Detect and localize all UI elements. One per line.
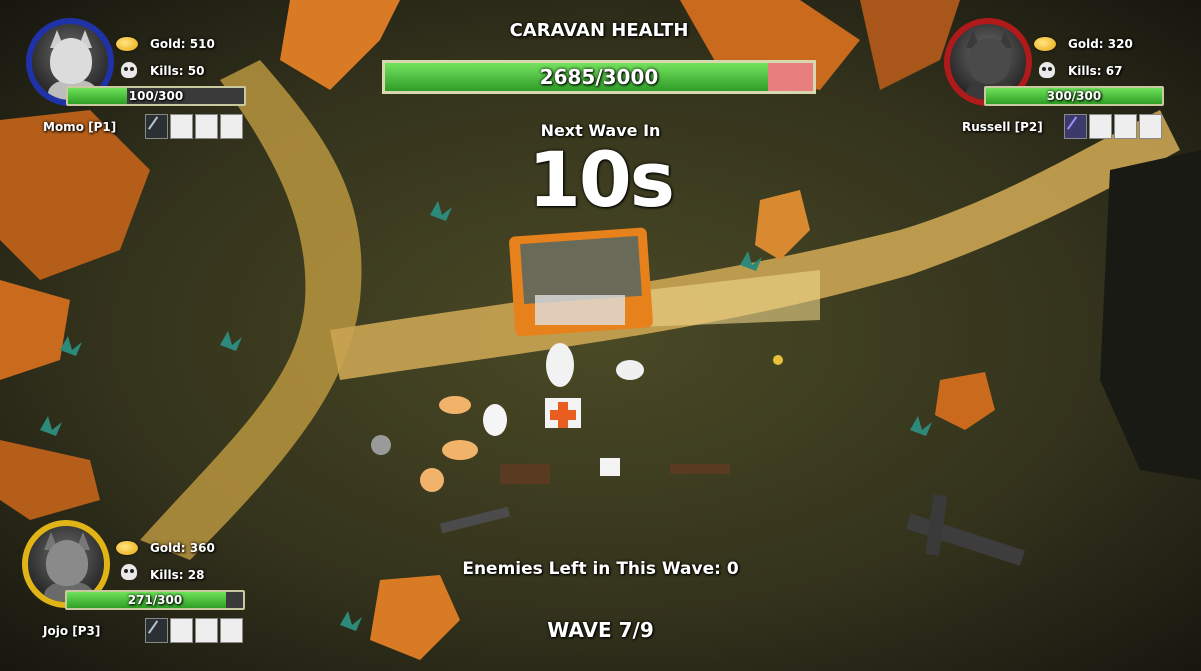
player-panel-p3: Gold: 360 Kills: 28 271/300 Jojo [P3] — [22, 520, 262, 645]
wave-countdown: 10s — [528, 135, 675, 224]
empty-slot — [220, 618, 243, 643]
kills-count: Kills: 67 — [1068, 64, 1123, 78]
gold-count: Gold: 360 — [150, 541, 215, 555]
player-name: Jojo [P3] — [43, 624, 101, 638]
weapon-slots — [1064, 114, 1162, 139]
player-health-value: 100/300 — [128, 89, 184, 103]
empty-slot — [195, 618, 218, 643]
empty-slot — [1089, 114, 1112, 139]
player-health-bar: 271/300 — [65, 590, 245, 610]
empty-slot — [195, 114, 218, 139]
caravan-health-title: CARAVAN HEALTH — [509, 20, 689, 41]
gold-coin-icon — [1034, 37, 1056, 51]
player-name: Russell [P2] — [962, 120, 1043, 134]
player-panel-p1: Gold: 510 Kills: 50 100/300 Momo [P1] — [26, 18, 266, 143]
kills-count: Kills: 28 — [150, 568, 205, 582]
empty-slot — [1139, 114, 1162, 139]
skull-icon — [1039, 62, 1055, 78]
player-health-value: 300/300 — [1046, 89, 1102, 103]
kills-count: Kills: 50 — [150, 64, 205, 78]
sword-icon — [1064, 114, 1087, 139]
player-name: Momo [P1] — [43, 120, 117, 134]
weapon-slots — [145, 618, 243, 643]
skull-icon — [121, 564, 137, 580]
empty-slot — [1114, 114, 1137, 139]
player-health-value: 271/300 — [127, 593, 183, 607]
player-panel-p2: Gold: 320 Kills: 67 300/300 Russell [P2] — [944, 18, 1184, 143]
empty-slot — [170, 114, 193, 139]
player-health-bar: 300/300 — [984, 86, 1164, 106]
skull-icon — [121, 62, 137, 78]
player-health-bar: 100/300 — [66, 86, 246, 106]
gold-count: Gold: 510 — [150, 37, 215, 51]
caravan-health-bar: 2685/3000 — [382, 60, 816, 94]
caravan-health-value: 2685/3000 — [539, 65, 659, 89]
empty-slot — [170, 618, 193, 643]
weapon-slots — [145, 114, 243, 139]
gold-count: Gold: 320 — [1068, 37, 1133, 51]
sword-icon — [145, 114, 168, 139]
gold-coin-icon — [116, 541, 138, 555]
gold-coin-icon — [116, 37, 138, 51]
caravan — [509, 227, 653, 337]
sword-icon — [145, 618, 168, 643]
empty-slot — [220, 114, 243, 139]
